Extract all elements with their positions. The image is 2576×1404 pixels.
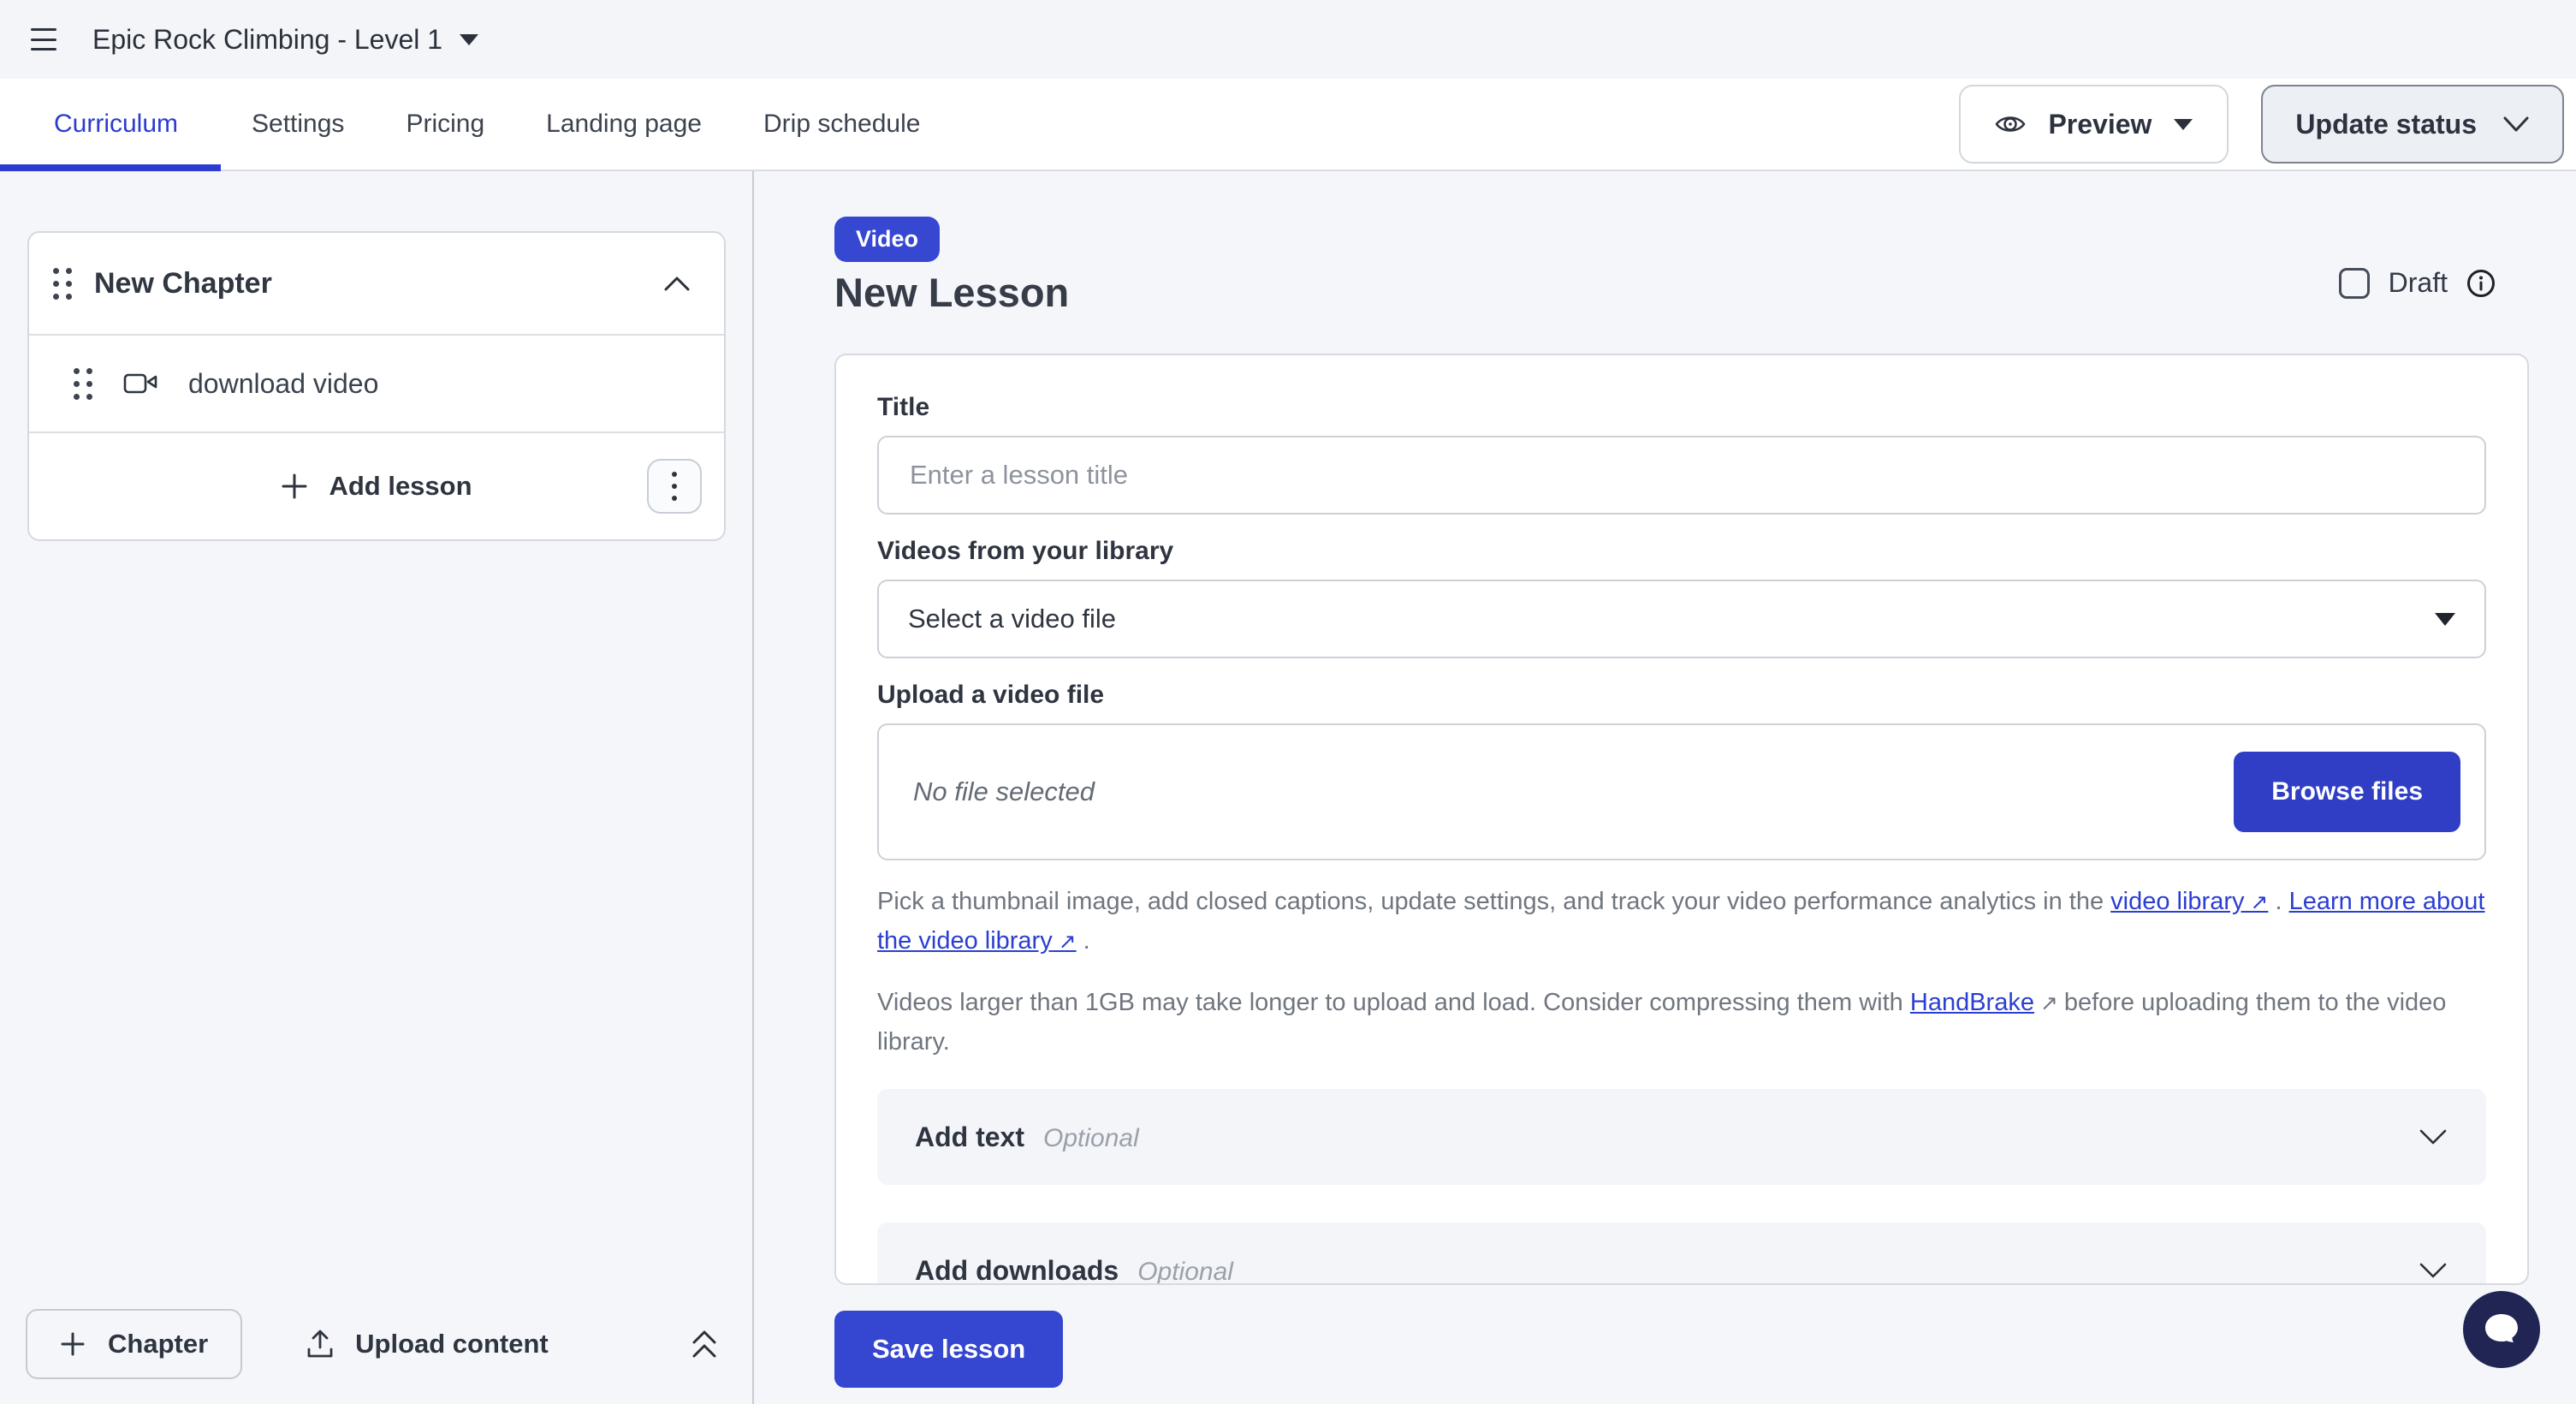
content-row: New Chapter download video xyxy=(0,171,2576,1404)
upload-content-button[interactable]: Upload content xyxy=(306,1329,549,1359)
chat-widget-button[interactable] xyxy=(2463,1291,2540,1368)
chapter-options-kebab-button[interactable] xyxy=(647,459,702,514)
handbrake-help-text: Videos larger than 1GB may take longer t… xyxy=(877,984,2486,1062)
draft-toggle-group: Draft xyxy=(2339,267,2496,299)
chevron-down-icon xyxy=(2502,116,2530,133)
draft-checkbox[interactable] xyxy=(2339,268,2370,299)
upload-field-label: Upload a video file xyxy=(877,681,2486,710)
add-lesson-button[interactable]: Add lesson xyxy=(281,471,472,502)
chapter-title: New Chapter xyxy=(94,267,272,300)
collapse-all-chevrons-icon[interactable] xyxy=(687,1325,721,1363)
lesson-title-input[interactable] xyxy=(877,436,2486,515)
no-file-text: No file selected xyxy=(913,776,1095,807)
preview-button[interactable]: Preview xyxy=(1959,85,2229,164)
page-title: New Lesson xyxy=(834,269,2576,316)
chevron-down-icon xyxy=(2418,1261,2448,1280)
drag-handle-icon[interactable] xyxy=(74,368,92,400)
video-library-help-text: Pick a thumbnail image, add closed capti… xyxy=(877,883,2486,961)
lesson-type-badge: Video xyxy=(834,217,940,262)
chat-bubble-icon xyxy=(2481,1311,2522,1348)
lesson-form-card: Title Videos from your library Select a … xyxy=(834,354,2529,1285)
draft-label: Draft xyxy=(2389,267,2448,299)
tab-pricing[interactable]: Pricing xyxy=(375,79,515,170)
tab-curriculum[interactable]: Curriculum xyxy=(0,79,221,170)
library-field-label: Videos from your library xyxy=(877,537,2486,566)
course-title-dropdown[interactable]: Epic Rock Climbing - Level 1 xyxy=(92,24,478,56)
curriculum-sidebar: New Chapter download video xyxy=(0,171,754,1404)
sidebar-footer: Chapter Upload content xyxy=(0,1293,752,1404)
chevron-down-icon xyxy=(2435,613,2455,626)
browse-files-button[interactable]: Browse files xyxy=(2234,752,2460,832)
lesson-title: download video xyxy=(188,368,378,400)
add-text-label: Add text xyxy=(915,1121,1024,1153)
course-title: Epic Rock Climbing - Level 1 xyxy=(92,24,442,56)
chevron-down-icon xyxy=(2418,1127,2448,1146)
tab-drip-schedule[interactable]: Drip schedule xyxy=(733,79,951,170)
hamburger-menu-icon[interactable] xyxy=(31,28,56,51)
plus-icon xyxy=(281,473,308,500)
drag-handle-icon[interactable] xyxy=(53,268,72,300)
chevron-down-icon xyxy=(2174,119,2193,130)
add-lesson-row: Add lesson xyxy=(29,433,724,539)
tab-settings[interactable]: Settings xyxy=(221,79,375,170)
info-icon[interactable] xyxy=(2466,269,2496,298)
chapter-header[interactable]: New Chapter xyxy=(29,233,724,334)
title-field-label: Title xyxy=(877,393,2486,422)
eye-icon xyxy=(1995,112,2026,136)
add-downloads-label: Add downloads xyxy=(915,1255,1119,1286)
update-status-button[interactable]: Update status xyxy=(2261,85,2564,164)
tabbar-actions: Preview Update status xyxy=(1959,79,2576,170)
lesson-editor-panel: Video New Lesson Draft Title Videos from… xyxy=(754,171,2576,1404)
tab-bar: Curriculum Settings Pricing Landing page… xyxy=(0,79,2576,171)
tab-landing-page[interactable]: Landing page xyxy=(515,79,733,170)
chevron-up-icon[interactable] xyxy=(662,275,691,292)
add-chapter-button[interactable]: Chapter xyxy=(26,1309,242,1379)
video-library-select[interactable]: Select a video file xyxy=(877,580,2486,658)
plus-icon xyxy=(60,1331,86,1357)
file-upload-box: No file selected Browse files xyxy=(877,723,2486,860)
chevron-down-icon xyxy=(460,34,478,45)
upload-icon xyxy=(306,1329,335,1359)
lesson-row[interactable]: download video xyxy=(29,336,724,431)
optional-label: Optional xyxy=(1043,1124,1139,1153)
add-text-section[interactable]: Add text Optional xyxy=(877,1089,2486,1185)
video-camera-icon xyxy=(123,372,157,396)
chapter-card: New Chapter download video xyxy=(27,231,726,541)
select-value: Select a video file xyxy=(908,604,1116,634)
optional-label: Optional xyxy=(1137,1258,1233,1286)
app-header: Epic Rock Climbing - Level 1 xyxy=(0,0,2576,79)
save-lesson-button[interactable]: Save lesson xyxy=(834,1311,1063,1388)
add-downloads-section[interactable]: Add downloads Optional xyxy=(877,1223,2486,1285)
